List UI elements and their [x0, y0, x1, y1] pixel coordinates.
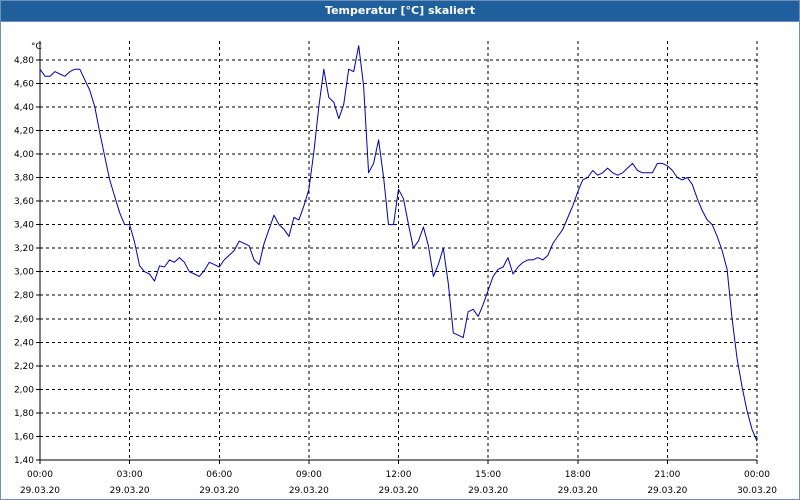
- x-tick-label-date: 29.03.20: [647, 486, 687, 496]
- chart-grid: [40, 41, 758, 460]
- x-tick-label-time: 06:00: [206, 470, 232, 480]
- x-tick-label-time: 12:00: [386, 470, 412, 480]
- x-tick-label-date: 30.03.20: [737, 486, 777, 496]
- y-tick-label: 4,00: [14, 150, 34, 160]
- x-tick-label-time: 03:00: [117, 470, 143, 480]
- x-tick-label-date: 29.03.20: [289, 486, 329, 496]
- y-tick-label: 1,60: [14, 432, 34, 442]
- y-tick-label: 4,20: [14, 126, 34, 136]
- x-tick-label-date: 29.03.20: [558, 486, 598, 496]
- y-tick-label: 3,40: [14, 221, 34, 231]
- x-tick-label-date: 29.03.20: [199, 486, 239, 496]
- y-tick-label: 1,80: [14, 409, 34, 419]
- y-tick-label: 3,60: [14, 197, 34, 207]
- y-tick-label: 2,80: [14, 291, 34, 301]
- x-tick-label-time: 18:00: [565, 470, 591, 480]
- chart-window: Temperatur [°C] skaliert °C 1,40 1,60 1,80…: [0, 0, 800, 500]
- y-tick-label: 3,00: [14, 268, 34, 278]
- y-tick-label: 4,40: [14, 103, 34, 113]
- y-tick-label: 4,80: [14, 56, 34, 66]
- x-tick-label-date: 29.03.20: [378, 486, 418, 496]
- y-tick-label: 4,60: [14, 79, 34, 89]
- temperature-series-line: [39, 45, 758, 442]
- y-tick-label: 2,00: [14, 385, 34, 395]
- x-tick-label-time: 21:00: [654, 470, 680, 480]
- y-tick-label: 2,40: [14, 338, 34, 348]
- chart-axes: [36, 41, 758, 464]
- y-tick-label: 3,20: [14, 244, 34, 254]
- x-tick-label-time: 00:00: [27, 470, 53, 480]
- y-tick-label: 3,80: [14, 174, 34, 184]
- series-layer: [39, 45, 758, 442]
- temperature-chart: °C 1,401,601,802,002,202,402,602,803,003…: [14, 41, 777, 496]
- x-tick-label-time: 09:00: [296, 470, 322, 480]
- tick-labels: 1,40 1,60 1,80 2,00 2,20 2,40 2,60 2,80 3,00 3,20…: [14, 56, 777, 496]
- y-tick-label: 1,40: [14, 456, 34, 466]
- x-tick-label-time: 15:00: [475, 470, 501, 480]
- y-tick-label: 2,20: [14, 362, 34, 372]
- x-tick-label-date: 29.03.20: [20, 486, 60, 496]
- x-tick-label-date: 29.03.20: [468, 486, 508, 496]
- x-tick-label-date: 29.03.20: [110, 486, 150, 496]
- x-tick-label-time: 00:00: [744, 470, 770, 480]
- y-tick-label: 2,60: [14, 315, 34, 325]
